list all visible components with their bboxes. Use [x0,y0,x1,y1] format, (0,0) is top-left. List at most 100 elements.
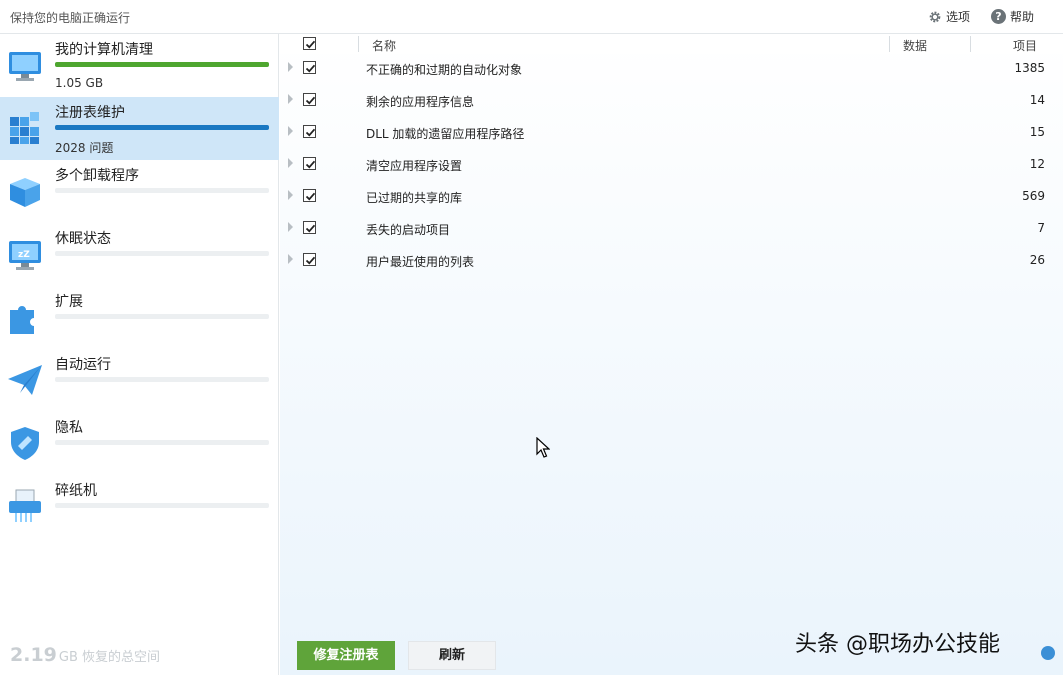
sidebar-item-pc-cleanup[interactable]: 我的计算机清理 1.05 GB [0,34,279,97]
shredder-icon [6,487,44,525]
recovered-space-value: 2.19 [10,644,57,666]
info-icon [1041,646,1055,660]
checkmark-icon [304,190,317,203]
row-checkbox[interactable] [303,61,316,74]
sidebar-item-uninstaller[interactable]: 多个卸载程序 [0,160,279,223]
fix-registry-button[interactable]: 修复注册表 [297,641,395,670]
sidebar: 我的计算机清理 1.05 GB 注册表维护 2028 问题 多个卸载程序 [0,34,279,675]
table-row[interactable]: DLL 加载的遗留应用程序路径15 [280,117,1063,149]
registry-blocks-icon [6,109,44,147]
progress-bar [55,314,269,319]
expand-arrow-icon[interactable] [288,126,293,136]
row-count: 7 [1037,221,1045,235]
expand-arrow-icon[interactable] [288,190,293,200]
paper-plane-icon [6,361,44,399]
expand-arrow-icon[interactable] [288,222,293,232]
title-bar: 保持您的电脑正确运行 选项 ? 帮助 [0,0,1063,34]
puzzle-icon [6,298,44,336]
sidebar-item-label: 扩展 [55,291,83,311]
help-label: 帮助 [1010,8,1034,25]
recovered-space-unit: GB [59,650,78,665]
shield-icon [6,424,44,462]
progress-fill [55,62,269,67]
checkmark-icon [304,94,317,107]
checkmark-icon [304,222,317,235]
sleep-monitor-icon: zZ [6,235,44,273]
row-count: 26 [1030,253,1045,267]
progress-bar [55,440,269,445]
column-header-name[interactable]: 名称 [372,37,396,54]
table-header: 名称 数据 项目 [280,34,1063,54]
row-count: 12 [1030,157,1045,171]
table-row[interactable]: 不正确的和过期的自动化对象 1385 [280,53,1063,85]
column-header-data[interactable]: 数据 [903,37,927,54]
row-name: 已过期的共享的库 [366,189,462,206]
gear-icon [928,10,942,24]
checkmark-icon [304,254,317,267]
progress-fill [55,125,269,130]
expand-arrow-icon[interactable] [288,62,293,72]
main-panel: 名称 数据 项目 不正确的和过期的自动化对象 1385 剩余的应用程序信息14DLL… [280,34,1063,675]
row-name: 丢失的启动项目 [366,221,450,238]
app-title: 保持您的电脑正确运行 [10,9,130,26]
column-divider [970,36,971,52]
row-checkbox[interactable] [303,157,316,170]
checkmark-icon [304,62,317,75]
recovered-space-text: 恢复的总空间 [82,650,160,665]
checkmark-icon [304,126,317,139]
sidebar-item-shredder[interactable]: 碎纸机 [0,475,279,538]
row-checkbox[interactable] [303,221,316,234]
box-icon [6,172,44,210]
table-row[interactable]: 用户最近使用的列表26 [280,245,1063,277]
select-all-checkbox[interactable] [303,37,316,50]
sidebar-item-autorun[interactable]: 自动运行 [0,349,279,412]
row-name: 清空应用程序设置 [366,157,462,174]
checkmark-icon [304,38,317,51]
sidebar-item-registry[interactable]: 注册表维护 2028 问题 [0,97,279,160]
row-checkbox[interactable] [303,93,316,106]
row-count: 15 [1030,125,1045,139]
row-count: 14 [1030,93,1045,107]
progress-bar [55,503,269,508]
sidebar-item-sub: 1.05 GB [55,76,103,90]
table-row[interactable]: 剩余的应用程序信息14 [280,85,1063,117]
sidebar-item-sleep[interactable]: zZ 休眠状态 [0,223,279,286]
help-button[interactable]: ? 帮助 [991,8,1034,25]
expand-arrow-icon[interactable] [288,94,293,104]
sidebar-item-label: 自动运行 [55,354,111,374]
sidebar-item-label: 我的计算机清理 [55,39,153,59]
sidebar-item-privacy[interactable]: 隐私 [0,412,279,475]
table-row[interactable]: 清空应用程序设置 12 [280,149,1063,181]
checkmark-icon [304,158,317,171]
options-label: 选项 [946,8,970,25]
help-icon: ? [991,9,1006,24]
column-divider [889,36,890,52]
progress-bar [55,62,269,67]
row-checkbox[interactable] [303,189,316,202]
row-count: 1385 [1014,61,1045,75]
expand-arrow-icon[interactable] [288,158,293,168]
progress-bar [55,251,269,256]
column-divider [358,36,359,52]
sidebar-item-label: 隐私 [55,417,83,437]
row-checkbox[interactable] [303,125,316,138]
table-row[interactable]: 已过期的共享的库 569 [280,181,1063,213]
row-count: 569 [1022,189,1045,203]
table-row[interactable]: 丢失的启动项目 7 [280,213,1063,245]
mouse-cursor-icon [536,437,550,459]
refresh-button[interactable]: 刷新 [408,641,496,670]
progress-bar [55,377,269,382]
monitor-icon [6,46,44,84]
progress-bar [55,188,269,193]
row-checkbox[interactable] [303,253,316,266]
progress-bar [55,125,269,130]
options-button[interactable]: 选项 [928,8,970,25]
sidebar-item-extensions[interactable]: 扩展 [0,286,279,349]
sidebar-item-label: 多个卸载程序 [55,165,139,185]
column-header-items[interactable]: 项目 [1013,37,1037,54]
sidebar-item-sub: 2028 问题 [55,139,113,156]
sidebar-item-label: 碎纸机 [55,480,97,500]
expand-arrow-icon[interactable] [288,254,293,264]
svg-text:zZ: zZ [18,250,30,260]
row-name: 不正确的和过期的自动化对象 [366,61,522,78]
